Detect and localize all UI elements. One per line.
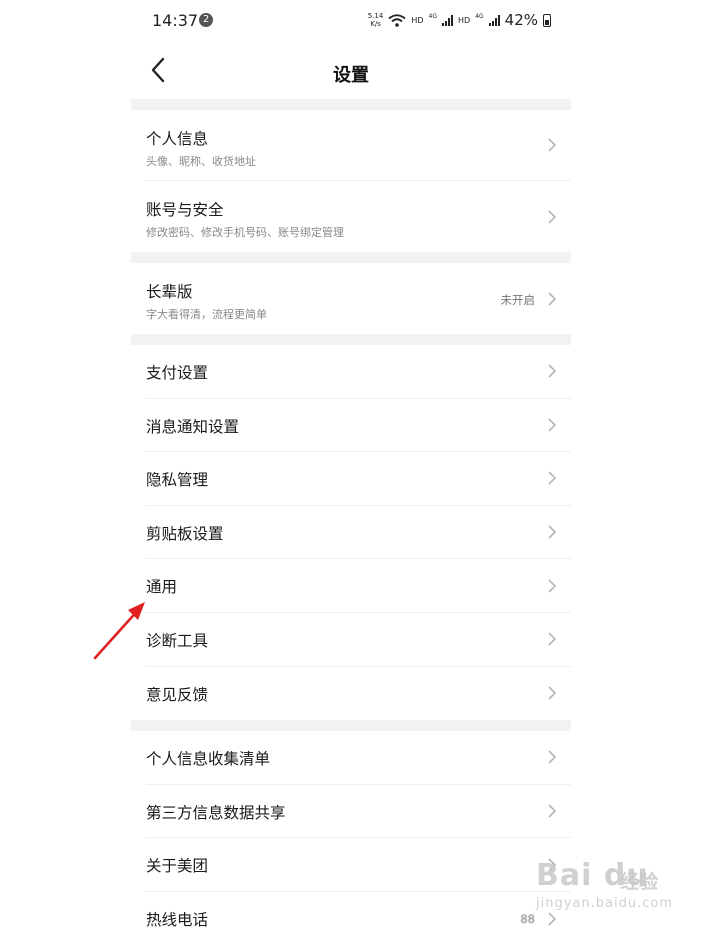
row-title: 第三方信息数据共享 xyxy=(146,803,286,822)
signal-icon-1 xyxy=(442,14,453,26)
section-gap xyxy=(131,334,571,345)
settings-row-elder-mode[interactable]: 长辈版 字大看得清，流程更简单 未开启 xyxy=(146,263,571,334)
wifi-icon xyxy=(388,13,406,27)
battery-icon xyxy=(543,13,551,27)
chevron-right-icon xyxy=(548,686,557,700)
settings-group-elder: 长辈版 字大看得清，流程更简单 未开启 xyxy=(131,263,571,334)
settings-row-general[interactable]: 通用 xyxy=(146,559,571,613)
row-title: 诊断工具 xyxy=(146,631,209,650)
row-title: 个人信息收集清单 xyxy=(146,750,271,769)
chevron-right-icon xyxy=(548,471,557,486)
phone-screen: 14:37 2 5.14 K/s HD 4G HD 4G 42% 设置 个人信息… xyxy=(131,0,571,930)
settings-row-third-party-sharing[interactable]: 第三方信息数据共享 xyxy=(146,785,571,839)
row-subtitle: 修改密码、修改手机号码、账号绑定管理 xyxy=(146,226,344,239)
chevron-right-icon xyxy=(548,632,557,646)
nav-bar: 设置 xyxy=(131,40,571,99)
status-time: 14:37 xyxy=(152,11,199,30)
chevron-right-icon xyxy=(548,525,557,539)
settings-row-info-collection[interactable]: 个人信息收集清单 xyxy=(146,731,571,785)
status-icons: 5.14 K/s HD 4G HD 4G 42% xyxy=(368,11,551,29)
chevron-right-icon xyxy=(548,750,557,765)
section-gap xyxy=(131,252,571,263)
section-gap xyxy=(131,720,571,732)
chevron-right-icon xyxy=(548,138,557,152)
row-title: 长辈版 xyxy=(146,283,193,301)
page-title: 设置 xyxy=(333,65,369,86)
hd-label-1: HD xyxy=(411,15,424,25)
settings-row-privacy[interactable]: 隐私管理 xyxy=(146,452,571,506)
notification-badge: 2 xyxy=(199,13,213,27)
net-speed-unit: K/s xyxy=(370,20,381,28)
settings-row-feedback[interactable]: 意见反馈 xyxy=(146,667,571,721)
row-subtitle: 字大看得清，流程更简单 xyxy=(146,308,267,321)
row-title: 账号与安全 xyxy=(146,201,224,219)
status-bar: 14:37 2 5.14 K/s HD 4G HD 4G 42% xyxy=(131,0,571,40)
chevron-right-icon xyxy=(548,804,557,818)
hd-label-2: HD xyxy=(458,15,471,25)
hotline-number: 88 xyxy=(520,911,535,926)
chevron-right-icon xyxy=(548,912,557,926)
row-status-value: 未开启 xyxy=(500,292,536,307)
settings-row-about[interactable]: 关于美团 xyxy=(146,838,571,892)
chevron-right-icon xyxy=(548,418,557,432)
chevron-right-icon xyxy=(548,364,557,378)
row-title: 支付设置 xyxy=(146,364,209,382)
watermark-jingyan-text: 经验 xyxy=(620,871,659,893)
row-title: 隐私管理 xyxy=(146,471,209,490)
row-title: 个人信息 xyxy=(146,130,209,148)
chevron-right-icon xyxy=(548,209,557,224)
chevron-right-icon xyxy=(548,858,557,872)
row-title: 剪贴板设置 xyxy=(146,524,224,543)
network-4g-label-1: 4G xyxy=(428,12,437,20)
settings-row-payment[interactable]: 支付设置 xyxy=(146,345,571,399)
net-speed-value: 5.14 xyxy=(367,12,384,20)
signal-icon-2 xyxy=(488,14,500,26)
settings-group-account: 个人信息 头像、昵称、收货地址 账号与安全 修改密码、修改手机号码、账号绑定管理 xyxy=(131,110,571,252)
settings-row-hotline[interactable]: 热线电话 88 xyxy=(146,892,571,930)
section-gap xyxy=(131,99,571,110)
settings-row-account-security[interactable]: 账号与安全 修改密码、修改手机号码、账号绑定管理 xyxy=(146,181,571,252)
row-title: 意见反馈 xyxy=(146,685,209,704)
row-title: 消息通知设置 xyxy=(146,417,240,436)
settings-row-notifications[interactable]: 消息通知设置 xyxy=(146,399,571,453)
settings-row-personal-info[interactable]: 个人信息 头像、昵称、收货地址 xyxy=(146,110,571,181)
chevron-right-icon xyxy=(548,579,557,593)
settings-group-general: 支付设置 消息通知设置 隐私管理 剪贴板设置 通用 诊断工具 意见反馈 xyxy=(131,345,571,721)
row-title: 通用 xyxy=(146,578,178,597)
settings-row-clipboard[interactable]: 剪贴板设置 xyxy=(146,506,571,560)
row-subtitle: 头像、昵称、收货地址 xyxy=(146,155,256,168)
battery-percent: 42% xyxy=(504,11,538,29)
row-title: 热线电话 xyxy=(146,910,209,929)
settings-row-diagnostics[interactable]: 诊断工具 xyxy=(146,613,571,667)
chevron-right-icon xyxy=(548,291,557,306)
network-4g-label-2: 4G xyxy=(475,12,484,20)
settings-group-about: 个人信息收集清单 第三方信息数据共享 关于美团 热线电话 88 xyxy=(131,731,571,930)
net-speed: 5.14 K/s xyxy=(368,12,384,28)
row-title: 关于美团 xyxy=(146,857,209,876)
